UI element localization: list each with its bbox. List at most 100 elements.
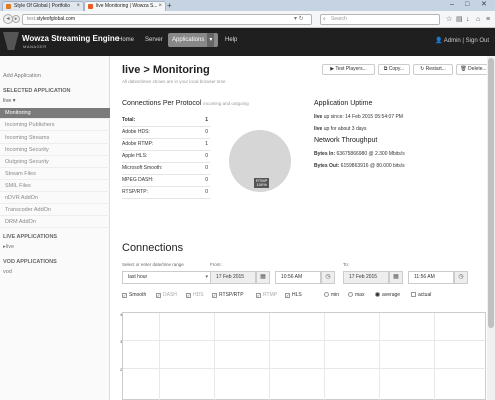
protocol-row: Adobe RTMP: 1 xyxy=(122,139,210,151)
download-icon[interactable]: ↓ xyxy=(466,14,470,25)
checkmark-icon: ✓ xyxy=(285,293,290,298)
minimize-icon[interactable]: – xyxy=(450,0,454,10)
radio-average[interactable]: average xyxy=(375,292,400,299)
protocol-count: 0 xyxy=(205,165,208,171)
search-input[interactable]: ⌕ Search xyxy=(320,14,440,25)
checkbox-smooth[interactable]: ✓ Smooth xyxy=(122,292,146,299)
close-window-icon[interactable]: ✕ xyxy=(481,0,487,10)
radio-label: min xyxy=(331,292,340,298)
forward-icon[interactable]: ▸ xyxy=(12,15,20,23)
checkbox-rtmp[interactable]: ✓ RTMP xyxy=(256,292,277,299)
add-application-link[interactable]: Add Application xyxy=(3,73,41,79)
checkmark-icon: ✓ xyxy=(156,293,161,298)
checkbox-label: Smooth xyxy=(129,292,147,298)
brand-title: Wowza Streaming Engine xyxy=(22,34,120,43)
bookmarks-icon[interactable]: ▤ xyxy=(456,14,463,25)
to-time-field[interactable]: 11:56 AM xyxy=(408,271,454,284)
radio-min[interactable]: min xyxy=(324,292,339,299)
uptime-duration-text: up for about 3 days xyxy=(322,126,367,132)
browser-tab-portfolio[interactable]: Style Of Global | Portfolio × xyxy=(2,1,84,11)
app-header: Wowza Streaming Engine MANAGER Home Serv… xyxy=(0,28,495,56)
sidebar-item-transcoder-addon[interactable]: Transcoder AddOn xyxy=(0,205,110,216)
favicon-icon xyxy=(6,4,11,9)
checkbox-label: RTSP/RTP xyxy=(219,292,244,298)
calendar-icon[interactable]: ▦ xyxy=(389,271,403,284)
new-tab-button[interactable]: + xyxy=(167,1,172,10)
address-bar[interactable]: test.styleofglobal.com xyxy=(22,14,312,25)
checkmark-icon: ✓ xyxy=(256,293,261,298)
grid-line xyxy=(379,313,380,400)
sidebar-item-smil-files[interactable]: SMIL Files xyxy=(0,181,110,192)
protocol-count: 1 xyxy=(205,141,208,147)
tab-title: Style Of Global | Portfolio xyxy=(14,3,71,9)
protocol-subheading: incoming and outgoing xyxy=(203,101,249,106)
live-app-item[interactable]: ▸live xyxy=(3,244,14,250)
user-links[interactable]: Admin | Sign Out xyxy=(444,38,489,44)
menu-applications[interactable]: Applications ▾ xyxy=(168,33,219,47)
copy-button[interactable]: ⧉ Copy... xyxy=(378,64,410,75)
sidebar-item-monitoring[interactable]: Monitoring xyxy=(0,108,110,119)
range-select[interactable]: last hour ▾ xyxy=(122,271,212,284)
home-icon[interactable]: ⌂ xyxy=(476,14,480,25)
url-domain: styleofglobal.com xyxy=(36,16,76,22)
bookmark-star-icon[interactable]: ☆ xyxy=(446,14,452,25)
protocol-row: Total: 1 xyxy=(122,115,210,127)
protocol-name: RTSP/RTP: xyxy=(122,189,148,195)
main-content: live > Monitoring All dates/times shown … xyxy=(110,56,495,400)
range-label: Select or enter date/time range xyxy=(122,262,184,267)
bytes-in: Bytes In: 63675866980 @ 2.300 Mbits/s xyxy=(314,151,405,157)
protocol-count: 0 xyxy=(205,129,208,135)
radio-icon xyxy=(324,292,329,297)
protocol-heading: Connections Per Protocol incoming and ou… xyxy=(122,100,249,107)
to-date-field[interactable]: 17 Feb 2015 xyxy=(343,271,389,284)
checkbox-actual[interactable]: actual xyxy=(411,292,431,299)
delete-button[interactable]: 🗑 Delete... xyxy=(456,64,491,75)
grid-line xyxy=(434,313,435,400)
tab-title: live Monitoring | Wowza S... xyxy=(96,3,158,9)
checkbox-rtsp-rtp[interactable]: ✓ RTSP/RTP xyxy=(212,292,244,299)
clock-icon[interactable]: ◷ xyxy=(454,271,468,284)
user-icon: 👤 xyxy=(434,38,444,44)
sidebar-item-ndvr-addon[interactable]: nDVR AddOn xyxy=(0,193,110,204)
sidebar-item-stream-files[interactable]: Stream Files xyxy=(0,169,110,180)
page-subtitle: All dates/times shown are in your local … xyxy=(122,79,226,84)
restart-button[interactable]: ↻ Restart... xyxy=(413,64,453,75)
browser-tab-bar: Style Of Global | Portfolio × live Monit… xyxy=(0,0,495,11)
checkbox-label: RTMP xyxy=(263,292,278,298)
protocol-name: Total: xyxy=(122,117,136,123)
close-tab-icon[interactable]: × xyxy=(158,2,162,11)
grid-line xyxy=(324,313,325,400)
menu-icon[interactable]: ≡ xyxy=(486,14,490,25)
checkbox-hds[interactable]: ✓ HDS xyxy=(186,292,204,299)
connections-chart xyxy=(122,312,487,400)
from-date-field[interactable]: 17 Feb 2015 xyxy=(210,271,256,284)
close-tab-icon[interactable]: × xyxy=(76,2,80,11)
calendar-icon[interactable]: ▦ xyxy=(256,271,270,284)
reload-icon[interactable]: ▾ ↻ xyxy=(294,14,304,25)
vod-app-item[interactable]: vod xyxy=(3,269,12,275)
sidebar-item-incoming-streams[interactable]: Incoming Streams xyxy=(0,133,110,144)
browser-nav-bar: ◂ ▸ test.styleofglobal.com ▾ ↻ ⌕ Search … xyxy=(0,11,495,28)
checkbox-hls[interactable]: ✓ HLS xyxy=(285,292,302,299)
maximize-icon[interactable]: □ xyxy=(465,0,469,10)
uptime-since-text: up since: 14 Feb 2015 05:54:07 PM xyxy=(322,114,403,120)
scrollbar-thumb[interactable] xyxy=(488,58,494,328)
sidebar-item-incoming-security[interactable]: Incoming Security xyxy=(0,145,110,156)
radio-max[interactable]: max xyxy=(348,292,364,299)
sidebar-item-outgoing-security[interactable]: Outgoing Security xyxy=(0,157,110,168)
sidebar-item-incoming-publishers[interactable]: Incoming Publishers xyxy=(0,120,110,131)
from-time-field[interactable]: 10:56 AM xyxy=(275,271,321,284)
sidebar-item-drm-addon[interactable]: DRM AddOn xyxy=(0,217,110,228)
selected-app-dropdown[interactable]: live ▾ xyxy=(3,98,16,104)
user-menu[interactable]: 👤 Admin | Sign Out xyxy=(435,37,489,44)
browser-tab-monitoring[interactable]: live Monitoring | Wowza S... × xyxy=(84,1,166,11)
test-players-button[interactable]: ▶ Test Players... xyxy=(322,64,375,75)
checkmark-icon: ✓ xyxy=(186,293,191,298)
checkbox-dash[interactable]: ✓ DASH xyxy=(156,292,177,299)
menu-server[interactable]: Server xyxy=(145,37,163,43)
clock-icon[interactable]: ◷ xyxy=(321,271,335,284)
checkbox-label: HDS xyxy=(193,292,204,298)
menu-home[interactable]: Home xyxy=(118,37,134,43)
menu-help[interactable]: Help xyxy=(225,37,237,43)
chevron-down-icon: ▾ xyxy=(205,274,208,280)
